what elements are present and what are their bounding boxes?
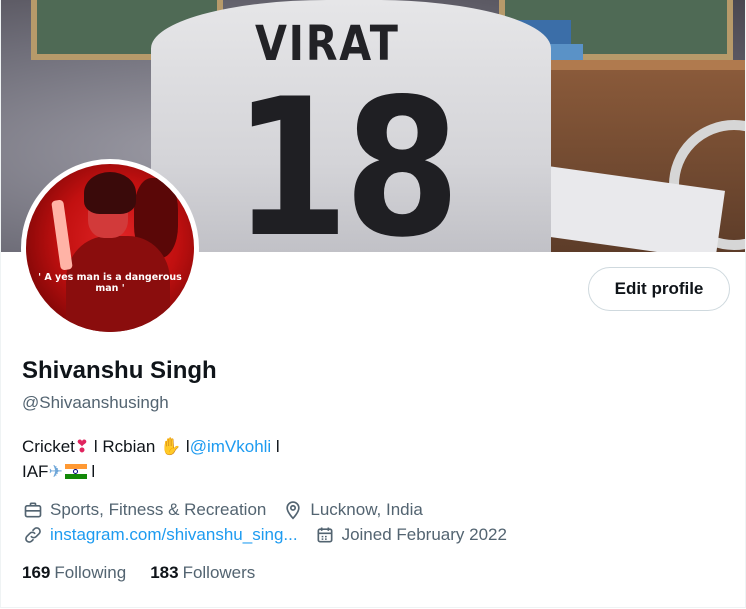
username-handle: @Shivaanshusingh — [22, 393, 169, 412]
followers-count: 183 — [150, 563, 179, 582]
profile-location: Lucknow, India — [282, 499, 423, 521]
calendar-icon — [314, 524, 336, 546]
followers-link[interactable]: 183 Followers — [150, 563, 255, 583]
profile-website-link[interactable]: instagram.com/shivanshu_sing... — [50, 525, 298, 545]
profile-joined-text: Joined February 2022 — [341, 525, 507, 544]
airplane-emoji: ✈ — [48, 462, 63, 481]
profile-stats: 169 Following 183 Followers — [22, 563, 279, 583]
profile-category: Sports, Fitness & Recreation — [22, 499, 266, 521]
followers-label: Followers — [182, 563, 256, 582]
display-name: Shivanshu Singh — [22, 357, 217, 384]
edit-profile-button[interactable]: Edit profile — [588, 267, 730, 311]
link-icon — [22, 524, 44, 546]
avatar-figure-cap — [84, 172, 136, 214]
bio-text: l — [181, 437, 190, 456]
bio-text: l Rcbian — [89, 437, 161, 456]
india-flag-icon — [64, 464, 87, 479]
location-pin-icon — [282, 499, 304, 521]
profile-meta-row-1: Sports, Fitness & Recreation Lucknow, In… — [22, 499, 439, 521]
avatar-figure-baton — [51, 199, 73, 271]
avatar[interactable]: ' A yes man is a dangerous man ' — [26, 164, 194, 332]
profile-joined: Joined February 2022 — [314, 524, 507, 546]
raised-hand-emoji: ✋ — [160, 437, 182, 456]
following-link[interactable]: 169 Following — [22, 563, 126, 583]
profile-category-text: Sports, Fitness & Recreation — [50, 500, 267, 519]
jersey-number-text: 18 — [233, 58, 460, 253]
bio-text: Cricket — [22, 437, 75, 456]
following-count: 169 — [22, 563, 51, 582]
bio-text: l — [271, 437, 280, 456]
profile-meta-row-2: instagram.com/shivanshu_sing... Joined F… — [22, 524, 523, 546]
briefcase-icon — [22, 499, 44, 521]
heart-exclamation-emoji: ❣ — [74, 437, 90, 456]
bio-text: IAF — [22, 462, 49, 481]
bio-text: l — [86, 462, 96, 481]
following-label: Following — [54, 563, 127, 582]
profile-website[interactable]: instagram.com/shivanshu_sing... — [22, 524, 298, 546]
avatar-quote: ' A yes man is a dangerous man ' — [38, 272, 182, 294]
bio-mention-link[interactable]: @imVkohli — [190, 437, 272, 456]
profile-location-text: Lucknow, India — [310, 500, 423, 519]
profile-bio: Cricket❣ l Rcbian ✋ l@imVkohli l IAF✈ l — [22, 434, 542, 484]
